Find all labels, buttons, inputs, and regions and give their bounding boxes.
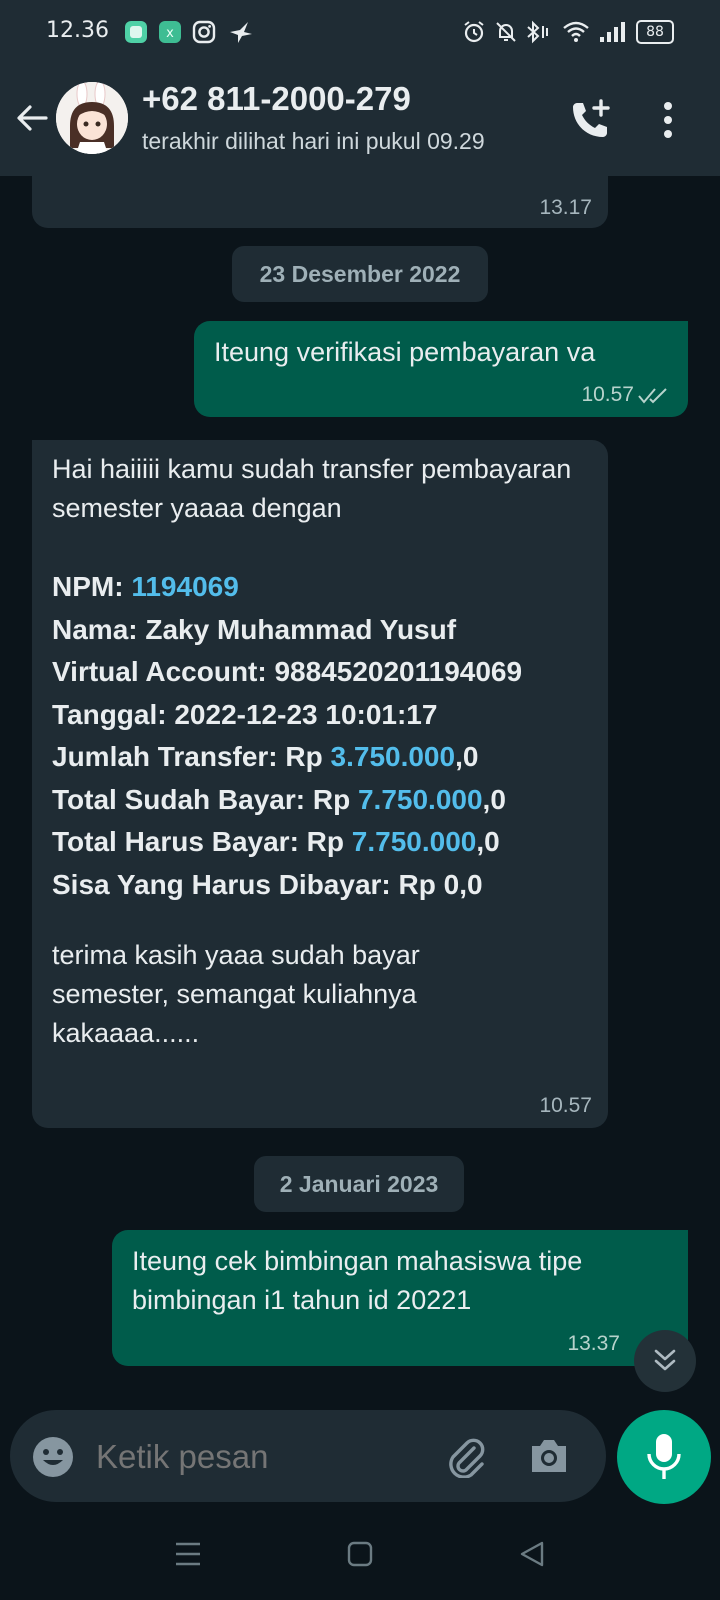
message-incoming[interactable]: Hai haiiiii kamu sudah transfer pembayar… (32, 440, 608, 1128)
message-text: Iteung cek bimbingan mahasiswa tipe bimb… (132, 1246, 590, 1315)
amount-link[interactable]: 7.750.000 (358, 784, 483, 815)
microphone-icon (647, 1434, 681, 1479)
emoji-icon[interactable] (32, 1436, 74, 1478)
chat-area[interactable]: 13.17 23 Desember 2022 Iteung verifikasi… (0, 176, 720, 1408)
message-time: 13.37 (567, 1332, 620, 1355)
double-chevron-down-icon (654, 1349, 676, 1371)
message-text-intro: Hai haiiiii kamu sudah transfer pembayar… (52, 454, 579, 523)
mute-icon (496, 22, 516, 42)
app-icon-2: x (159, 21, 181, 43)
message-text-outro: terima kasih yaaa sudah bayar semester, … (52, 940, 428, 1048)
last-seen: terakhir dilihat hari ini pukul 09.29 (142, 128, 485, 154)
total-sudah-bayar-line: Total Sudah Bayar: Rp 7.750.000,0 (52, 783, 506, 815)
npm-line: NPM: 1194069 (52, 571, 239, 602)
amount-link[interactable]: 7.750.000 (352, 826, 477, 857)
wifi-icon (563, 21, 589, 42)
svg-text:x: x (166, 26, 174, 41)
payment-details: NPM: 1194069 Nama: Zaky Muhammad Yusuf V… (52, 566, 612, 906)
battery-icon: 88 (636, 20, 674, 44)
voice-record-button[interactable] (617, 1410, 711, 1504)
app-icon-1 (125, 21, 147, 43)
message-input[interactable] (94, 1434, 418, 1480)
amount-link[interactable]: 3.750.000 (331, 741, 456, 772)
contact-name[interactable]: +62 811-2000-279 (142, 80, 411, 118)
menu-icon[interactable] (174, 1540, 202, 1568)
bird-icon (230, 22, 252, 43)
date-separator: 23 Desember 2022 (232, 246, 488, 302)
back-arrow-icon[interactable] (14, 100, 50, 136)
avatar-image (56, 82, 128, 154)
nama-line: Nama: Zaky Muhammad Yusuf (52, 613, 457, 645)
add-call-icon[interactable] (568, 98, 612, 142)
message-outgoing[interactable]: Iteung verifikasi pembayaran va 10.57 (194, 321, 688, 417)
status-time: 12.36 (46, 18, 109, 43)
scroll-to-bottom-button[interactable] (634, 1330, 696, 1392)
total-harus-bayar-line: Total Harus Bayar: Rp 7.750.000,0 (52, 826, 500, 857)
attach-icon[interactable] (444, 1434, 488, 1478)
npm-number-link[interactable]: 1194069 (131, 571, 238, 602)
camera-icon[interactable] (528, 1436, 570, 1476)
instagram-icon (192, 20, 216, 44)
date-separator: 2 Januari 2023 (254, 1156, 464, 1212)
sisa-line: Sisa Yang Harus Dibayar: Rp 0,0 (52, 868, 483, 900)
signal-icon (600, 22, 625, 42)
message-time: 13.17 (539, 196, 592, 219)
tanggal-line: Tanggal: 2022-12-23 10:01:17 (52, 698, 438, 730)
message-time: 10.57 (539, 1094, 592, 1117)
virtual-account-line: Virtual Account: 9884520201194069 (52, 656, 523, 687)
compose-bar (0, 1408, 720, 1512)
chat-header: +62 811-2000-279 terakhir dilihat hari i… (0, 64, 720, 176)
home-icon[interactable] (346, 1540, 374, 1568)
message-time: 10.57 (581, 383, 634, 406)
system-nav-bar (0, 1512, 720, 1600)
message-text: Iteung verifikasi pembayaran va (214, 337, 596, 367)
double-check-icon (638, 388, 667, 404)
message-outgoing[interactable]: Iteung cek bimbingan mahasiswa tipe bimb… (112, 1230, 688, 1366)
battery-level: 88 (646, 24, 664, 40)
jumlah-transfer-line: Jumlah Transfer: Rp 3.750.000,0 (52, 741, 479, 772)
alarm-icon (464, 21, 484, 43)
more-options-icon[interactable] (660, 100, 676, 140)
status-bar: 12.36 x 88 (0, 0, 720, 64)
avatar[interactable] (56, 82, 128, 154)
message-input-container (10, 1410, 606, 1502)
bluetooth-icon (527, 20, 548, 44)
back-icon[interactable] (518, 1540, 546, 1568)
message-incoming-previous[interactable]: 13.17 (32, 176, 608, 228)
